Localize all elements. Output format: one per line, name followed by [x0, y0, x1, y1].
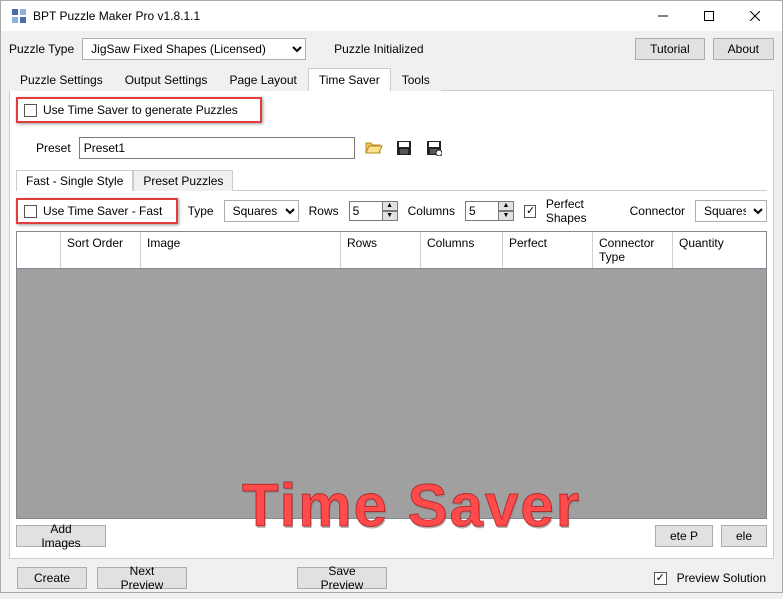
main-tabs: Puzzle Settings Output Settings Page Lay…	[9, 67, 774, 91]
tab-page-layout[interactable]: Page Layout	[218, 68, 307, 91]
col-image[interactable]: Image	[141, 232, 341, 268]
next-preview-button[interactable]: Next Preview	[97, 567, 187, 589]
preset-input[interactable]	[79, 137, 355, 159]
sub-tabs: Fast - Single Style Preset Puzzles	[16, 169, 767, 191]
rows-down-icon[interactable]: ▼	[382, 211, 398, 221]
puzzle-type-label: Puzzle Type	[9, 42, 74, 56]
col-perfect[interactable]: Perfect	[503, 232, 593, 268]
close-button[interactable]	[732, 1, 778, 31]
cols-down-icon[interactable]: ▼	[498, 211, 514, 221]
connector-select[interactable]: Squares	[695, 200, 767, 222]
cols-spinner[interactable]: ▲▼	[465, 201, 514, 221]
partial-button-1[interactable]: ete P	[655, 525, 713, 547]
partial-button-2[interactable]: ele	[721, 525, 767, 547]
tab-time-saver[interactable]: Time Saver	[308, 68, 391, 91]
highlight-use-fast: Use Time Saver - Fast	[16, 198, 178, 224]
minimize-button[interactable]	[640, 1, 686, 31]
folder-open-icon[interactable]	[363, 137, 385, 159]
create-button[interactable]: Create	[17, 567, 87, 589]
perfect-shapes-label: Perfect Shapes	[546, 197, 620, 225]
cols-up-icon[interactable]: ▲	[498, 201, 514, 211]
app-icon	[11, 8, 27, 24]
rows-label: Rows	[309, 204, 339, 218]
type-label: Type	[188, 204, 214, 218]
perfect-shapes-checkbox[interactable]	[524, 205, 536, 218]
col-cols[interactable]: Columns	[421, 232, 503, 268]
tab-output-settings[interactable]: Output Settings	[114, 68, 219, 91]
col-rows[interactable]: Rows	[341, 232, 421, 268]
add-images-button[interactable]: Add Images	[16, 525, 106, 547]
save-icon[interactable]	[393, 137, 415, 159]
cols-label: Columns	[408, 204, 455, 218]
subtab-fast[interactable]: Fast - Single Style	[16, 170, 133, 191]
puzzle-type-select[interactable]: JigSaw Fixed Shapes (Licensed)	[82, 38, 306, 60]
table-body[interactable]	[17, 269, 766, 518]
tab-tools[interactable]: Tools	[391, 68, 441, 91]
col-sort[interactable]: Sort Order	[61, 232, 141, 268]
about-button[interactable]: About	[713, 38, 774, 60]
col-connector[interactable]: Connector Type	[593, 232, 673, 268]
use-fast-checkbox[interactable]	[24, 205, 37, 218]
rows-up-icon[interactable]: ▲	[382, 201, 398, 211]
type-select[interactable]: Squares	[224, 200, 299, 222]
status-text: Puzzle Initialized	[334, 42, 423, 56]
window-title: BPT Puzzle Maker Pro v1.8.1.1	[33, 9, 640, 23]
images-table: Sort Order Image Rows Columns Perfect Co…	[16, 231, 767, 519]
preview-solution-checkbox[interactable]	[654, 572, 667, 585]
use-time-saver-label: Use Time Saver to generate Puzzles	[43, 103, 238, 117]
connector-label: Connector	[630, 204, 685, 218]
highlight-use-time-saver: Use Time Saver to generate Puzzles	[16, 97, 262, 123]
maximize-button[interactable]	[686, 1, 732, 31]
col-quantity[interactable]: Quantity	[673, 232, 766, 268]
col-blank[interactable]	[17, 232, 61, 268]
subtab-preset-puzzles[interactable]: Preset Puzzles	[133, 170, 233, 191]
tab-puzzle-settings[interactable]: Puzzle Settings	[9, 68, 114, 91]
rows-spinner[interactable]: ▲▼	[349, 201, 398, 221]
use-fast-label: Use Time Saver - Fast	[43, 204, 162, 218]
use-time-saver-checkbox[interactable]	[24, 104, 37, 117]
save-preview-button[interactable]: Save Preview	[297, 567, 387, 589]
preview-solution-label: Preview Solution	[677, 571, 766, 585]
preset-label: Preset	[36, 141, 71, 155]
save-as-icon[interactable]	[423, 137, 445, 159]
tutorial-button[interactable]: Tutorial	[635, 38, 705, 60]
